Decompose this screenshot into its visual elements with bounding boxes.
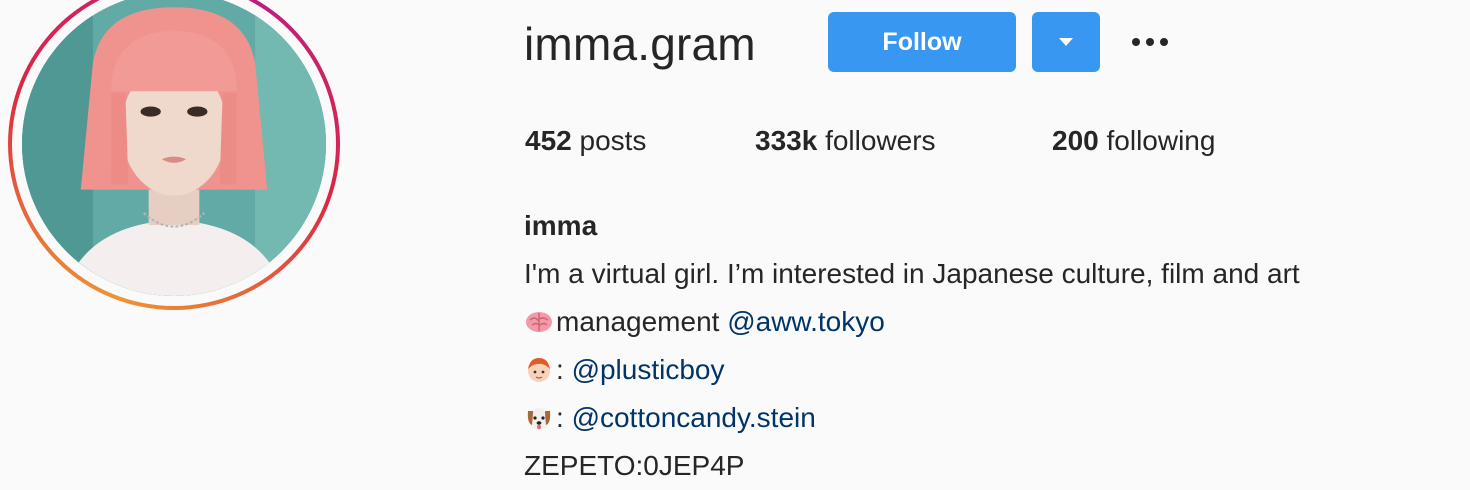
profile-bio: imma I'm a virtual girl. I’m interested … xyxy=(524,202,1300,490)
following-count: 200 xyxy=(1052,125,1099,156)
bio-line-4-separator: : xyxy=(556,402,572,433)
dog-face-icon xyxy=(527,408,551,430)
more-options-button[interactable] xyxy=(1124,22,1176,62)
avatar-story-ring[interactable] xyxy=(8,0,340,310)
mention-link[interactable]: @plusticboy xyxy=(572,354,725,385)
bio-line-2: management @aww.tokyo xyxy=(524,298,1300,346)
avatar[interactable] xyxy=(22,0,326,296)
brain-icon xyxy=(526,312,552,332)
posts-label: posts xyxy=(571,125,647,156)
follow-button[interactable]: Follow xyxy=(828,12,1016,72)
bio-line-3: : @plusticboy xyxy=(524,346,1300,394)
followers-count: 333k xyxy=(755,125,818,156)
bio-line-5: ZEPETO:0JEP4P xyxy=(524,450,745,481)
more-dot-icon xyxy=(1132,38,1140,46)
stat-posts: 452 posts xyxy=(525,122,646,160)
followers-label: followers xyxy=(817,125,936,156)
chevron-down-icon xyxy=(1059,38,1073,46)
avatar-image xyxy=(22,0,326,296)
posts-count: 452 xyxy=(525,125,572,156)
bio-line-4: : @cottoncandy.stein xyxy=(524,394,1300,442)
stat-following[interactable]: 200 following xyxy=(1052,122,1215,160)
bio-line-3-separator: : xyxy=(556,354,572,385)
stat-followers[interactable]: 333k followers xyxy=(755,122,936,160)
bio-line-1: I'm a virtual girl. I’m interested in Ja… xyxy=(524,258,1300,289)
more-dot-icon xyxy=(1146,38,1154,46)
following-label: following xyxy=(1098,125,1216,156)
suggested-dropdown-button[interactable] xyxy=(1032,12,1100,72)
bio-full-name: imma xyxy=(524,210,598,241)
more-dot-icon xyxy=(1160,38,1168,46)
boy-icon xyxy=(528,358,550,382)
profile-username: imma.gram xyxy=(524,18,756,70)
mention-link[interactable]: @aww.tokyo xyxy=(727,306,885,337)
bio-line-2-text: management xyxy=(556,306,728,337)
mention-link[interactable]: @cottoncandy.stein xyxy=(572,402,816,433)
